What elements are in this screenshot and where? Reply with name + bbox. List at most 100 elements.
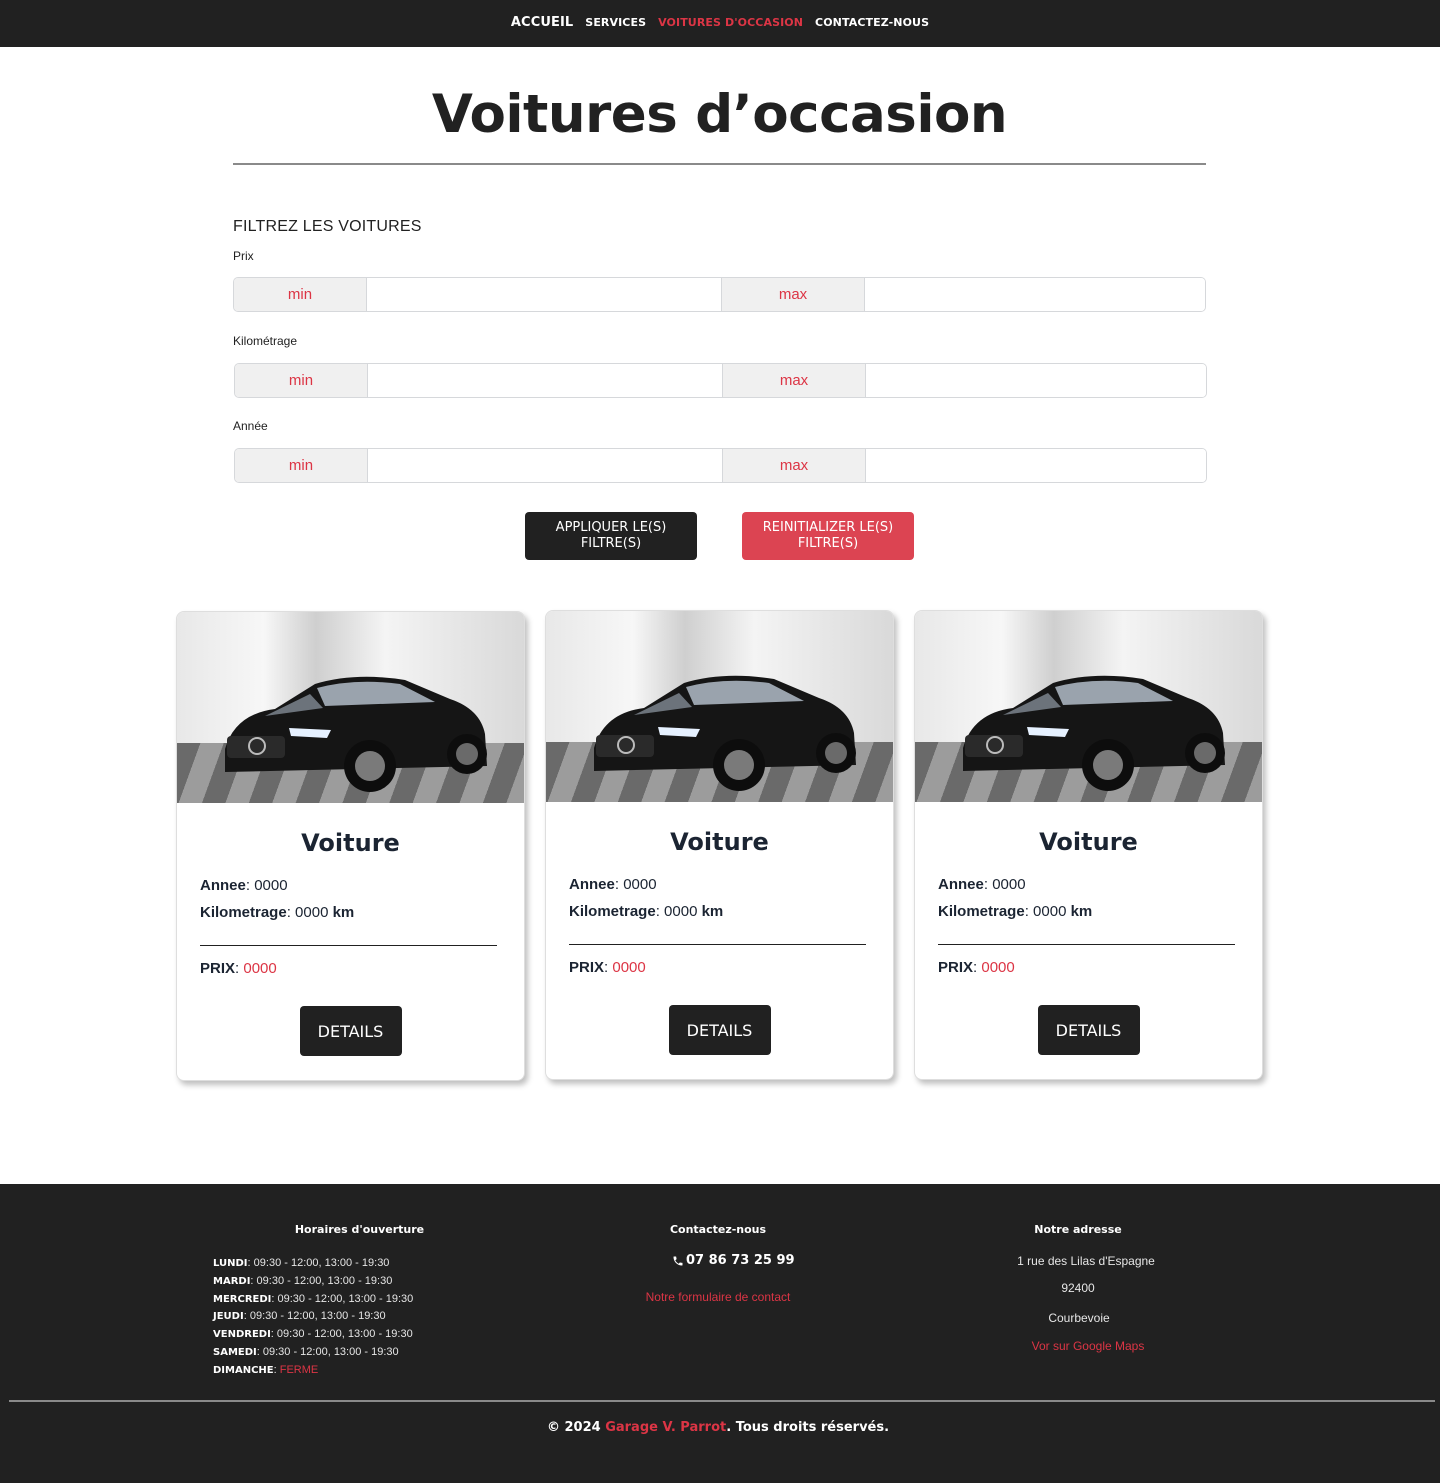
- copyright-suffix: . Tous droits réservés.: [726, 1420, 890, 1435]
- hours-time: 09:30 - 12:00, 13:00 - 19:30: [256, 1274, 393, 1287]
- hours-day: SAMEDI: [213, 1346, 257, 1358]
- nav-link-contactez-nous[interactable]: CONTACTEZ-NOUS: [809, 16, 935, 29]
- hours-time: 09:30 - 12:00, 13:00 - 19:30: [276, 1328, 413, 1341]
- address-city: Courbevoie: [1048, 1311, 1110, 1325]
- opening-hours: LUNDI: 09:30 - 12:00, 13:00 - 19:30 MARD…: [213, 1255, 413, 1380]
- nav-item-voitures: VOITURES D'OCCASION: [652, 16, 809, 29]
- hours-time: 09:30 - 12:00, 13:00 - 19:30: [249, 1310, 386, 1323]
- address-street: 1 rue des Lilas d'Espagne: [1017, 1254, 1155, 1268]
- car-details-button[interactable]: DETAILS: [1037, 1005, 1140, 1055]
- kilometrage-max-addon: max: [722, 364, 866, 397]
- google-maps-link[interactable]: Vor sur Google Maps: [958, 1339, 1218, 1353]
- footer-divider: [9, 1400, 1435, 1402]
- prix-min-input[interactable]: [367, 278, 721, 311]
- car-card: Voiture Annee: 0000 Kilometrage: 0000 km…: [176, 611, 525, 1081]
- car-photo: [546, 611, 893, 802]
- annee-max-addon: max: [722, 449, 866, 482]
- car-mileage: Kilometrage: 0000 km: [200, 904, 355, 921]
- prix-max-addon: max: [721, 278, 865, 311]
- kilometrage-min-input[interactable]: [368, 364, 722, 397]
- car-photo: [915, 611, 1262, 802]
- apply-filters-label-line2: FILTRE(S): [580, 536, 642, 551]
- car-mileage-unit: km: [1070, 903, 1093, 920]
- filter-label-prix: Prix: [233, 249, 254, 263]
- contact-form-link[interactable]: Notre formulaire de contact: [560, 1290, 876, 1304]
- filter-heading: FILTREZ LES VOITURES: [233, 218, 422, 235]
- car-price: PRIX: 0000: [569, 959, 646, 976]
- filter-row-prix: min max: [233, 277, 1206, 312]
- car-year-label: Annee: [569, 876, 615, 893]
- car-mileage-value: 0000: [664, 903, 698, 920]
- filter-row-annee: min max: [234, 448, 1207, 483]
- car-title: Voiture: [1039, 828, 1138, 856]
- hours-row-samedi: SAMEDI: 09:30 - 12:00, 13:00 - 19:30: [213, 1345, 399, 1358]
- car-price-value: 0000: [981, 959, 1015, 976]
- footer: Horaires d'ouverture LUNDI: 09:30 - 12:0…: [0, 1184, 1440, 1483]
- car-photo-icon: [225, 676, 487, 792]
- car-year-value: 0000: [623, 876, 657, 893]
- filter-label-annee: Année: [233, 419, 268, 433]
- car-title: Voiture: [301, 829, 400, 857]
- car-year-label: Annee: [200, 877, 246, 894]
- car-price-label: PRIX: [569, 959, 605, 976]
- car-year-label: Annee: [938, 876, 984, 893]
- kilometrage-max-input[interactable]: [866, 364, 1206, 397]
- reset-filters-label-line2: FILTRE(S): [797, 536, 859, 551]
- car-photo: [177, 612, 524, 803]
- car-mileage-label: Kilometrage: [569, 903, 656, 920]
- hours-day: MERCREDI: [213, 1293, 272, 1305]
- prix-max-input[interactable]: [865, 278, 1205, 311]
- address-zip: 92400: [1061, 1281, 1095, 1295]
- nav-link-accueil[interactable]: ACCUEIL: [505, 15, 579, 30]
- car-price-label: PRIX: [200, 960, 236, 977]
- car-details-button[interactable]: DETAILS: [668, 1005, 771, 1055]
- hours-time-closed: FERME: [279, 1363, 319, 1376]
- car-mileage: Kilometrage: 0000 km: [938, 903, 1093, 920]
- car-price-value: 0000: [612, 959, 646, 976]
- car-details-button[interactable]: DETAILS: [299, 1006, 402, 1056]
- contact-title: Contactez-nous: [669, 1223, 767, 1236]
- hours-time: 09:30 - 12:00, 13:00 - 19:30: [253, 1257, 390, 1269]
- hours-day: LUNDI: [213, 1258, 248, 1269]
- car-price: PRIX: 0000: [200, 960, 277, 977]
- car-title: Voiture: [670, 828, 769, 856]
- hours-day: VENDREDI: [213, 1329, 271, 1341]
- copyright: © 2024 Garage V. Parrot. Tous droits rés…: [0, 1420, 1436, 1435]
- apply-filters-button[interactable]: APPLIQUER LE(S) FILTRE(S): [525, 512, 697, 560]
- hours-day: DIMANCHE: [213, 1364, 274, 1376]
- hours-row-mardi: MARDI: 09:30 - 12:00, 13:00 - 19:30: [213, 1274, 393, 1287]
- car-price-value: 0000: [243, 960, 277, 977]
- page-title: Voitures d’occasion: [431, 84, 1008, 145]
- copyright-prefix: © 2024: [546, 1420, 606, 1435]
- hours-time: 09:30 - 12:00, 13:00 - 19:30: [277, 1292, 414, 1305]
- car-mileage-value: 0000: [1033, 903, 1067, 920]
- hours-row-dimanche: DIMANCHE: FERME: [213, 1363, 319, 1376]
- kilometrage-min-addon: min: [235, 364, 368, 397]
- reset-filters-button[interactable]: REINITIALIZER LE(S) FILTRE(S): [742, 512, 914, 560]
- car-card: Voiture Annee: 0000 Kilometrage: 0000 km…: [545, 610, 894, 1080]
- reset-filters-label-line1: REINITIALIZER LE(S): [762, 520, 894, 535]
- car-price-label: PRIX: [938, 959, 974, 976]
- car-year-value: 0000: [992, 876, 1026, 893]
- car-divider: [569, 944, 866, 945]
- annee-min-addon: min: [235, 449, 368, 482]
- nav-link-services[interactable]: SERVICES: [579, 16, 652, 29]
- phone-number[interactable]: 07 86 73 25 99: [672, 1253, 795, 1268]
- address-title: Notre adresse: [1034, 1223, 1122, 1236]
- annee-max-input[interactable]: [866, 449, 1206, 482]
- annee-min-input[interactable]: [368, 449, 722, 482]
- car-year: Annee: 0000: [938, 876, 1026, 893]
- nav-menu: ACCUEIL SERVICES VOITURES D'OCCASION CON…: [0, 0, 1440, 45]
- car-mileage: Kilometrage: 0000 km: [569, 903, 724, 920]
- car-year: Annee: 0000: [200, 877, 288, 894]
- car-mileage-value: 0000: [295, 904, 329, 921]
- nav-link-voitures-occasion[interactable]: VOITURES D'OCCASION: [652, 16, 809, 29]
- copyright-brand: Garage V. Parrot: [605, 1420, 727, 1435]
- car-photo-icon: [594, 675, 856, 791]
- apply-filters-label-line1: APPLIQUER LE(S): [555, 520, 667, 535]
- car-year: Annee: 0000: [569, 876, 657, 893]
- hours-row-lundi: LUNDI: 09:30 - 12:00, 13:00 - 19:30: [213, 1257, 390, 1269]
- hours-day: JEUDI: [213, 1311, 244, 1323]
- car-mileage-label: Kilometrage: [938, 903, 1025, 920]
- car-card: Voiture Annee: 0000 Kilometrage: 0000 km…: [914, 610, 1263, 1080]
